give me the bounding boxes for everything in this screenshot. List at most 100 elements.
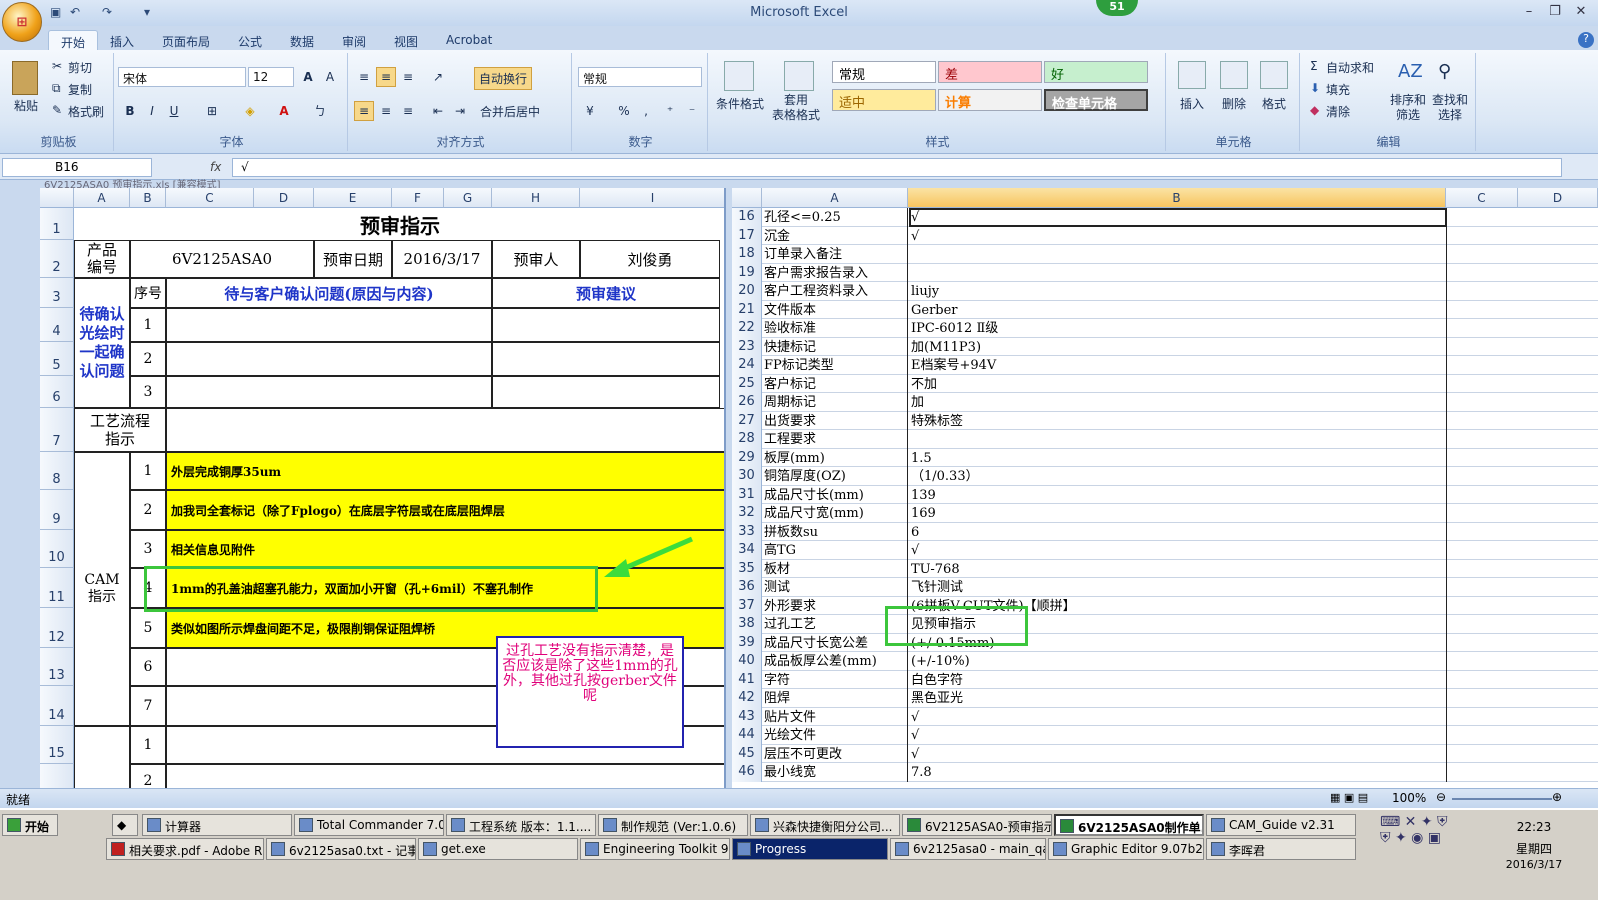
row-header[interactable]: 14 (40, 686, 74, 726)
extra-seq[interactable]: 2 (130, 764, 166, 788)
style-bad[interactable]: 差 (938, 61, 1042, 83)
row-header[interactable] (40, 764, 74, 788)
format-painter-icon[interactable]: ✎ (52, 103, 62, 117)
fill-icon[interactable]: ⬇ (1310, 81, 1320, 95)
seq-header[interactable]: 序号 (130, 278, 166, 308)
format-as-table-button[interactable]: 套用 表格格式 (772, 93, 820, 123)
row-header[interactable]: 29 (732, 448, 762, 467)
row-header[interactable]: 10 (40, 530, 74, 568)
confirm-seq[interactable]: 3 (130, 376, 166, 408)
field-name-cell[interactable]: 层压不可更改 (763, 744, 908, 763)
tab-acrobat[interactable]: Acrobat (434, 30, 504, 52)
row-header[interactable]: 16 (732, 208, 762, 227)
field-name-cell[interactable]: 拼板数su (763, 522, 908, 541)
task-excel-production[interactable]: 6V2125ASA0制作单... (1054, 814, 1204, 836)
field-name-cell[interactable]: 贴片文件 (763, 707, 908, 726)
conditional-format-icon[interactable] (724, 61, 754, 91)
cam-item[interactable]: 外层完成铜厚35um (166, 452, 724, 490)
clear-button[interactable]: 清除 (1326, 103, 1350, 120)
field-name-cell[interactable]: 成品尺寸宽(mm) (763, 504, 908, 523)
row-header[interactable]: 3 (40, 278, 74, 308)
field-value-cell[interactable]: Gerber (909, 300, 1447, 319)
style-check-cell[interactable]: 检查单元格 (1044, 89, 1148, 112)
task-graphic-editor[interactable]: Graphic Editor 9.07b2 (0... (1048, 838, 1204, 860)
row-header[interactable]: 44 (732, 726, 762, 745)
tab-page-layout[interactable]: 页面布局 (150, 30, 222, 52)
col-header[interactable]: F (392, 188, 444, 208)
cam-label[interactable]: CAM 指示 (74, 452, 130, 726)
col-header[interactable]: C (1446, 188, 1518, 208)
field-value-cell[interactable]: 飞针测试 (909, 578, 1447, 597)
start-button[interactable]: 开始 (2, 814, 58, 836)
field-name-cell[interactable]: 板材 (763, 559, 908, 578)
autosum-icon[interactable]: Σ (1310, 59, 1318, 73)
help-icon[interactable]: ? (1578, 32, 1594, 48)
row-header[interactable]: 38 (732, 615, 762, 634)
confirm-suggest-cell[interactable] (492, 342, 720, 376)
row-header[interactable]: 6 (40, 376, 74, 408)
review-date[interactable]: 2016/3/17 (392, 240, 492, 278)
product-number[interactable]: 6V2125ASA0 (130, 240, 314, 278)
merge-center-button[interactable]: 合并后居中 (480, 103, 540, 120)
process-label[interactable]: 工艺流程 指示 (74, 408, 166, 452)
row-header[interactable]: 35 (732, 559, 762, 578)
percent-icon[interactable]: % (614, 101, 634, 121)
field-name-cell[interactable]: 板厚(mm) (763, 448, 908, 467)
field-name-cell[interactable]: 最小线宽 (763, 763, 908, 782)
decrease-indent-icon[interactable]: ⇤ (428, 101, 448, 121)
field-value-cell[interactable] (909, 430, 1447, 449)
tab-view[interactable]: 视图 (382, 30, 430, 52)
row-header[interactable]: 24 (732, 356, 762, 375)
office-button[interactable]: ⊞ (2, 2, 42, 42)
style-neutral[interactable]: 适中 (832, 89, 936, 111)
confirm-suggest-cell[interactable] (492, 308, 720, 342)
row-header[interactable]: 7 (40, 408, 74, 452)
cam-seq[interactable]: 2 (130, 490, 166, 530)
border-icon[interactable]: ⊞ (202, 101, 222, 121)
tab-data[interactable]: 数据 (278, 30, 326, 52)
tab-insert[interactable]: 插入 (98, 30, 146, 52)
field-name-cell[interactable]: 阻焊 (763, 689, 908, 708)
col-header[interactable]: H (492, 188, 580, 208)
field-value-cell[interactable]: 加(M11P3) (909, 337, 1447, 356)
find-select-icon[interactable]: ⚲ (1438, 61, 1464, 87)
field-name-cell[interactable]: 客户工程资料录入 (763, 282, 908, 301)
field-name-cell[interactable]: 孔径<=0.25 (763, 208, 908, 227)
find-select-button[interactable]: 查找和 选择 (1432, 93, 1468, 123)
row-header[interactable]: 33 (732, 522, 762, 541)
row-header[interactable]: 13 (40, 648, 74, 686)
field-value-cell[interactable]: 169 (909, 504, 1447, 523)
row-header[interactable]: 15 (40, 726, 74, 764)
zoom-in-icon[interactable]: ⊕ (1552, 790, 1562, 804)
fill-button[interactable]: 填充 (1326, 81, 1350, 98)
field-value-cell[interactable]: √ (909, 226, 1447, 245)
row-header[interactable]: 27 (732, 411, 762, 430)
confirm-issue-cell[interactable] (166, 376, 492, 408)
row-header[interactable]: 4 (40, 308, 74, 342)
confirm-seq[interactable]: 2 (130, 342, 166, 376)
row-header[interactable]: 2 (40, 240, 74, 278)
autosum-button[interactable]: 自动求和 (1326, 59, 1374, 76)
row-header[interactable]: 12 (40, 608, 74, 648)
format-as-table-icon[interactable] (784, 61, 814, 91)
minimize-icon[interactable]: – (1518, 4, 1540, 20)
field-name-cell[interactable]: 沉金 (763, 226, 908, 245)
paste-icon[interactable] (12, 61, 38, 95)
phonetic-icon[interactable]: ㄅ (310, 101, 330, 121)
row-header[interactable]: 28 (732, 430, 762, 449)
row-header[interactable]: 36 (732, 578, 762, 597)
field-value-cell[interactable]: liujy (909, 282, 1447, 301)
insert-cells-button[interactable]: 插入 (1180, 95, 1204, 112)
style-calculation[interactable]: 计算 (938, 89, 1042, 111)
cam-item[interactable]: 加我司全套标记（除了Fplogo）在底层字符层或在底层阻焊层 (166, 490, 724, 530)
fx-icon[interactable]: fx (210, 160, 221, 174)
task-total-commander[interactable]: Total Commander 7.0 p... (294, 814, 444, 836)
field-name-cell[interactable]: 测试 (763, 578, 908, 597)
view-buttons-icon[interactable]: ▦ ▣ ▤ (1330, 791, 1368, 804)
font-name-select[interactable]: 宋体 (118, 67, 246, 87)
field-name-cell[interactable]: 出货要求 (763, 411, 908, 430)
style-good[interactable]: 好 (1044, 61, 1148, 83)
extra-item[interactable] (166, 764, 724, 788)
quicklaunch-icon[interactable]: ◆ (112, 814, 138, 836)
cam-seq[interactable]: 1 (130, 452, 166, 490)
